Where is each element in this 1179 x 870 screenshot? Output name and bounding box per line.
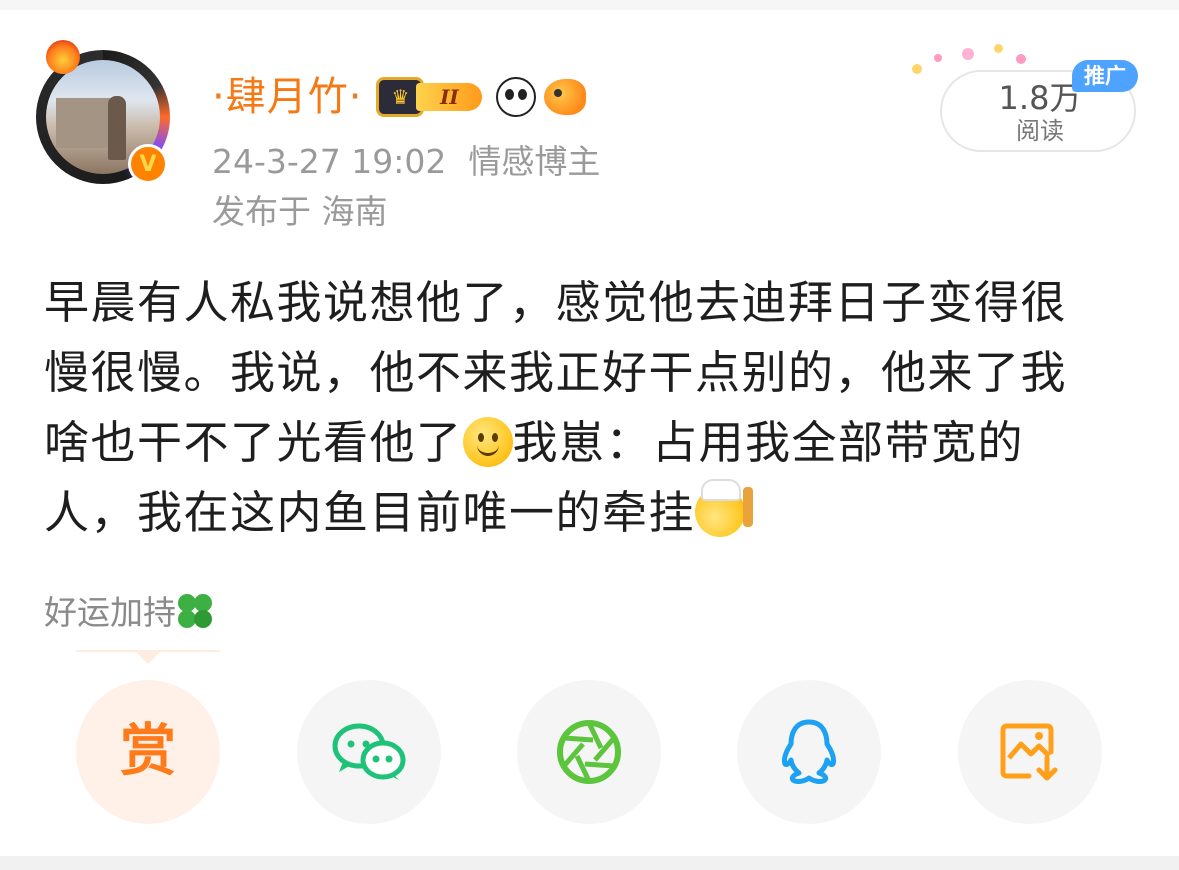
qq-icon — [782, 719, 836, 784]
top-divider — [0, 0, 1179, 10]
post-body: 早晨有人私我说想他了，感觉他去迪拜日子变得很 慢很慢。我说，他不来我正好干点别的… — [44, 268, 1134, 548]
share-wechat-button[interactable] — [297, 680, 441, 824]
smile-emoji-icon — [462, 417, 513, 467]
moments-icon — [557, 720, 621, 784]
tag-pointer-icon — [134, 650, 162, 664]
post-text-segment: 啥也干不了光看他了 — [44, 416, 463, 469]
wechat-icon — [332, 723, 406, 780]
reward-label: 赏 — [120, 719, 176, 784]
post-location: 发布于 海南 — [212, 190, 388, 234]
bottom-divider — [0, 856, 1179, 870]
post-timestamp: 24-3-27 19:02 — [212, 142, 447, 181]
chef-emoji-icon — [695, 479, 754, 537]
clover-icon — [176, 592, 216, 632]
read-label: 阅读 — [1016, 117, 1064, 145]
panda-badge-icon[interactable] — [496, 77, 537, 117]
fish-badge-icon[interactable] — [544, 79, 587, 115]
post-meta: 24-3-27 19:02 情感博主 — [212, 140, 600, 184]
avatar[interactable]: V — [32, 40, 172, 188]
share-qq-button[interactable] — [737, 680, 881, 824]
membership-level: II — [416, 83, 483, 111]
verified-v-icon: V — [128, 144, 168, 184]
post-tag[interactable]: 好运加持 — [44, 590, 216, 636]
save-image-icon — [1000, 723, 1058, 781]
user-name[interactable]: ·肆月竹· — [212, 72, 362, 122]
share-moments-button[interactable] — [517, 680, 661, 824]
weibo-post-card: V ·肆月竹· ♛ II 24-3-27 19:02 情感博主 发布于 海南 1.… — [0, 0, 1179, 870]
post-text-line: 人，我在这内鱼目前唯一的牵挂 — [44, 478, 1134, 548]
membership-crown-badge[interactable]: ♛ II — [376, 77, 486, 117]
user-tag: 情感博主 — [468, 142, 601, 181]
post-text-line: 慢很慢。我说，他不来我正好干点别的，他来了我 — [44, 346, 1068, 399]
name-row: ·肆月竹· ♛ II — [212, 72, 587, 122]
post-text-line: 啥也干不了光看他了 我崽：占用我全部带宽的 — [44, 408, 1134, 478]
save-image-button[interactable] — [958, 680, 1102, 824]
location-text: 发布于 海南 — [212, 192, 388, 231]
reward-button[interactable]: 赏 — [76, 680, 220, 824]
post-text-line: 早晨有人私我说想他了，感觉他去迪拜日子变得很 — [44, 276, 1068, 329]
post-text-segment: 人，我在这内鱼目前唯一的牵挂 — [44, 486, 696, 539]
post-text-segment: 我崽：占用我全部带宽的 — [512, 416, 1025, 469]
post-tag-text: 好运加持 — [44, 593, 176, 632]
promo-badge: 推广 — [1072, 60, 1138, 92]
avatar-decoration-icon — [46, 40, 80, 74]
